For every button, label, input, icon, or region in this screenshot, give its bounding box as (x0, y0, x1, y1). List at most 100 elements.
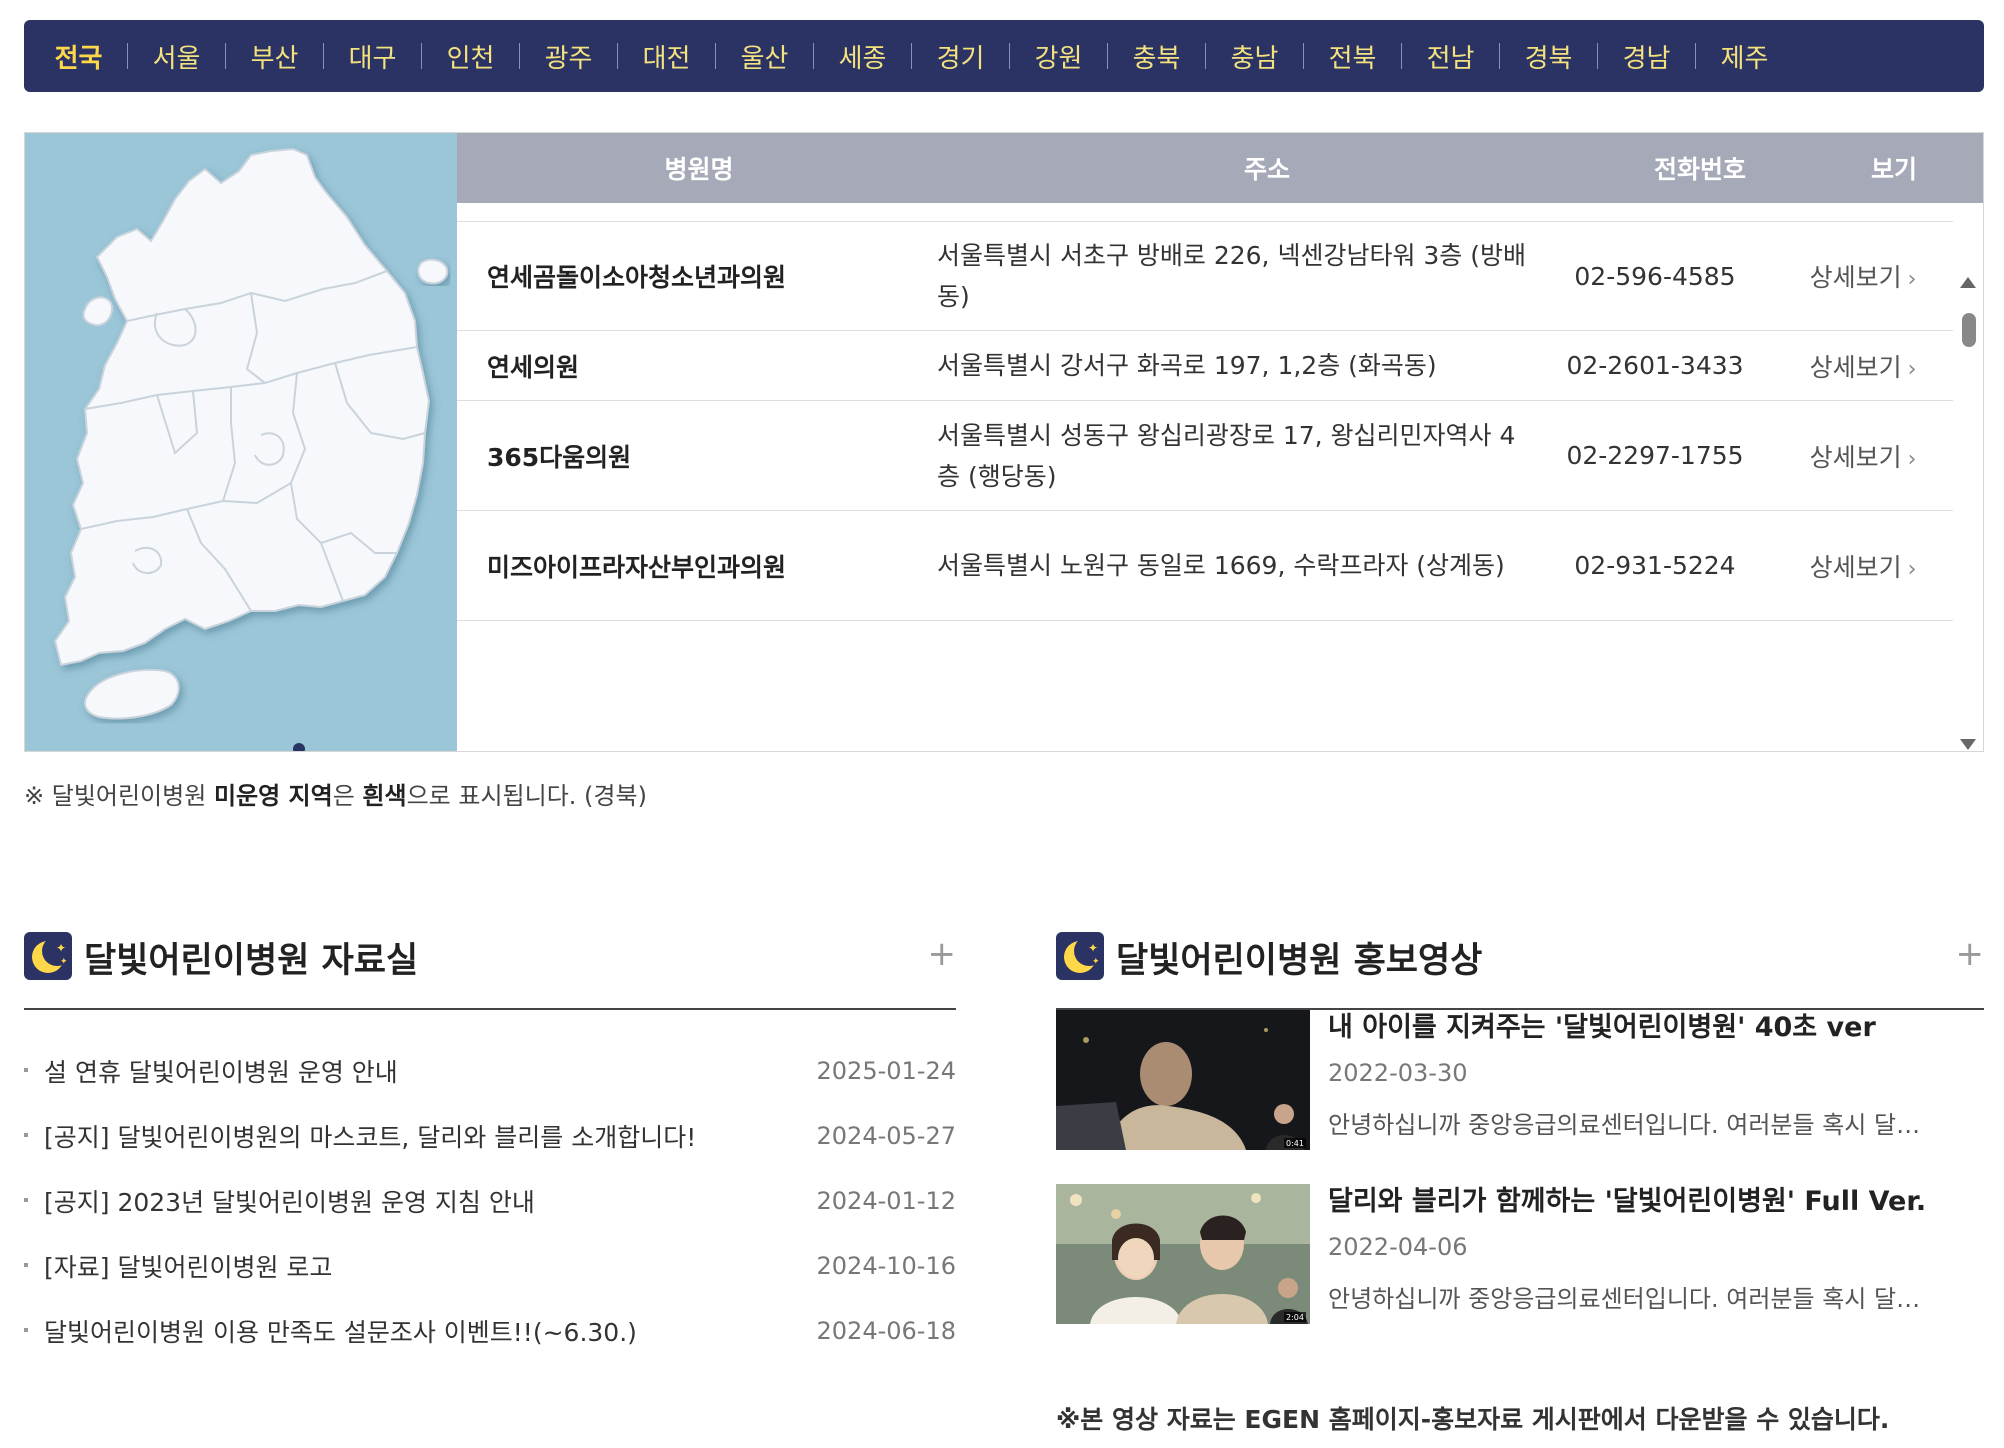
video-duration: 0:41 (1286, 1139, 1304, 1148)
map-note-suffix: 으로 표시됩니다. (경북) (406, 782, 647, 810)
hospital-address: 서울특별시 노원구 동일로 1669, 수락프라자 (상계동) (937, 551, 1505, 580)
region-tab-14[interactable]: 전남 (1402, 38, 1499, 75)
map-note-prefix: ※ 달빛어린이병원 (24, 782, 214, 810)
hospital-phone: 02-2297-1755 (1566, 441, 1744, 470)
region-tab-15[interactable]: 경북 (1500, 38, 1597, 75)
hospital-name: 연세의원 (487, 352, 580, 382)
list-item: 설 연휴 달빛어린이병원 운영 안내 2025-01-24 (24, 1038, 956, 1103)
jeju-island[interactable] (83, 668, 180, 720)
region-tab-10[interactable]: 강원 (1010, 38, 1107, 75)
videos-section: ✦ ✦ 달빛어린이병원 홍보영상 + 0:41 내 아이를 지켜주는 '달빛어린이… (1056, 926, 1984, 1358)
ganghwa-island[interactable] (82, 296, 113, 327)
detail-link-label: 상세보기 (1809, 442, 1902, 472)
hospital-table: 병원명 주소 전화번호 보기 연세곰돌이소아청소년과의원 서울특별시 서초구 방… (457, 133, 1983, 751)
table-header: 병원명 주소 전화번호 보기 (457, 133, 1983, 203)
chevron-right-icon: › (1907, 556, 1917, 582)
map-legend-note: ※ 달빛어린이병원 미운영 지역은 흰색으로 표시됩니다. (경북) (24, 776, 647, 811)
bullet-icon (24, 1133, 28, 1137)
region-tab-4[interactable]: 인천 (422, 38, 519, 75)
region-tab-2[interactable]: 부산 (226, 38, 323, 75)
notice-title[interactable]: 설 연휴 달빛어린이병원 운영 안내 (44, 1053, 398, 1089)
video-footnote: ※본 영상 자료는 EGEN 홈페이지-홍보자료 게시판에서 다운받을 수 있습… (1056, 1405, 1890, 1434)
bullet-icon (24, 1263, 28, 1267)
video-item: 2:04 달리와 블리가 함께하는 '달빛어린이병원' Full Ver. 20… (1056, 1184, 1984, 1358)
video-date: 2022-04-06 (1328, 1233, 1468, 1261)
chevron-right-icon: › (1907, 356, 1917, 382)
region-tab-7[interactable]: 울산 (716, 38, 813, 75)
korea-map[interactable] (25, 133, 457, 751)
region-tab-8[interactable]: 세종 (814, 38, 911, 75)
bullet-icon (24, 1198, 28, 1202)
bullet-icon (24, 1328, 28, 1332)
detail-link[interactable]: 상세보기 › (1773, 348, 1953, 384)
video-thumbnail[interactable]: 0:41 (1056, 1010, 1310, 1150)
notice-title[interactable]: [자료] 달빛어린이병원 로고 (44, 1248, 332, 1284)
region-tab-6[interactable]: 대전 (618, 38, 715, 75)
ulleung-island[interactable] (417, 258, 449, 285)
table-row: 미즈아이프라자산부인과의원 서울특별시 노원구 동일로 1669, 수락프라자 … (457, 511, 1953, 621)
list-item: [자료] 달빛어린이병원 로고 2024-10-16 (24, 1233, 956, 1298)
map-note-bold-color: 흰색 (362, 782, 407, 810)
table-body[interactable]: 연세곰돌이소아청소년과의원 서울특별시 서초구 방배로 226, 넥센강남타워 … (457, 221, 1953, 621)
moon-icon: ✦ ✦ (24, 932, 72, 980)
col-header-address: 주소 (1243, 155, 1290, 184)
notice-date: 2025-01-24 (816, 1056, 956, 1085)
list-item: [공지] 2023년 달빛어린이병원 운영 지침 안내 2024-01-12 (24, 1168, 956, 1233)
region-tab-9[interactable]: 경기 (912, 38, 1009, 75)
col-header-phone: 전화번호 (1653, 155, 1746, 184)
resources-section: ✦ ✦ 달빛어린이병원 자료실 + 설 연휴 달빛어린이병원 운영 안내 2025-… (24, 926, 956, 1363)
detail-link[interactable]: 상세보기 › (1773, 548, 1953, 584)
resources-more-button[interactable]: + (928, 934, 957, 974)
video-thumbnail-image: 2:04 (1056, 1184, 1310, 1324)
detail-link[interactable]: 상세보기 › (1773, 258, 1953, 294)
notice-title[interactable]: [공지] 2023년 달빛어린이병원 운영 지침 안내 (44, 1183, 535, 1219)
table-scrollbar[interactable] (1953, 203, 1983, 751)
videos-more-button[interactable]: + (1956, 934, 1985, 974)
list-item: 달빛어린이병원 이용 만족도 설문조사 이벤트!!(~6.30.) 2024-06… (24, 1298, 956, 1363)
notice-title[interactable]: [공지] 달빛어린이병원의 마스코트, 달리와 블리를 소개합니다! (44, 1118, 696, 1154)
detail-link-label: 상세보기 (1809, 552, 1902, 582)
notice-title[interactable]: 달빛어린이병원 이용 만족도 설문조사 이벤트!!(~6.30.) (44, 1313, 637, 1349)
video-title[interactable]: 달리와 블리가 함께하는 '달빛어린이병원' Full Ver. (1328, 1184, 1984, 1220)
region-tab-13[interactable]: 전북 (1304, 38, 1401, 75)
hospital-name: 365다움의원 (487, 442, 632, 472)
video-info: 달리와 블리가 함께하는 '달빛어린이병원' Full Ver. 2022-04… (1328, 1184, 1984, 1314)
scroll-thumb[interactable] (1962, 313, 1976, 347)
hospital-phone: 02-596-4585 (1574, 261, 1736, 291)
hospital-name: 연세곰돌이소아청소년과의원 (487, 263, 787, 292)
table-row: 연세곰돌이소아청소년과의원 서울특별시 서초구 방배로 226, 넥센강남타워 … (457, 221, 1953, 331)
region-tab-5[interactable]: 광주 (520, 38, 617, 75)
region-tab-16[interactable]: 경남 (1598, 38, 1695, 75)
region-nav: 전국 서울 부산 대구 인천 광주 대전 울산 세종 경기 강원 충북 충남 전북 전남 경북 경남 제주 (24, 20, 1984, 92)
hospital-address: 서울특별시 성동구 왕십리광장로 17, 왕십리민자역사 4층 (행당동) (937, 420, 1516, 491)
map-note-bold-region: 미운영 지역 (213, 782, 333, 810)
video-thumbnail[interactable]: 2:04 (1056, 1184, 1310, 1324)
hospital-board: 병원명 주소 전화번호 보기 연세곰돌이소아청소년과의원 서울특별시 서초구 방… (24, 132, 1984, 752)
chevron-right-icon: › (1907, 446, 1917, 472)
region-tab-1[interactable]: 서울 (128, 38, 225, 75)
chevron-right-icon: › (1907, 267, 1917, 292)
hospital-phone: 02-931-5224 (1574, 551, 1736, 580)
video-title[interactable]: 내 아이를 지켜주는 '달빛어린이병원' 40초 ver (1328, 1010, 1984, 1046)
hospital-address: 서울특별시 강서구 화곡로 197, 1,2층 (화곡동) (937, 351, 1437, 380)
col-header-view: 보기 (1870, 155, 1917, 184)
region-tab-0[interactable]: 전국 (30, 38, 127, 75)
col-header-name: 병원명 (664, 155, 734, 184)
region-tab-12[interactable]: 충남 (1206, 38, 1303, 75)
video-description: 안녕하십니까 중앙응급의료센터입니다. 여러분들 혹시 달빛어린이병원을 아시나… (1328, 1111, 1928, 1139)
scroll-down-arrow-icon[interactable] (1960, 739, 1976, 750)
resources-list: 설 연휴 달빛어린이병원 운영 안내 2025-01-24 [공지] 달빛어린이병원… (24, 1038, 956, 1363)
map-note-mid: 은 (332, 782, 363, 810)
region-tab-11[interactable]: 충북 (1108, 38, 1205, 75)
notice-date: 2024-05-27 (816, 1121, 956, 1150)
video-info: 내 아이를 지켜주는 '달빛어린이병원' 40초 ver 2022-03-30 … (1328, 1010, 1984, 1140)
detail-link-label: 상세보기 (1809, 263, 1902, 292)
video-duration: 2:04 (1286, 1313, 1304, 1322)
region-tab-3[interactable]: 대구 (324, 38, 421, 75)
notice-date: 2024-10-16 (816, 1251, 956, 1280)
detail-link[interactable]: 상세보기 › (1773, 438, 1953, 474)
mainland-shape[interactable] (53, 147, 431, 667)
scroll-up-arrow-icon[interactable] (1960, 277, 1976, 288)
video-description: 안녕하십니까 중앙응급의료센터입니다. 여러분들 혹시 달빛어린이병원을 아시나… (1328, 1285, 1928, 1313)
region-tab-17[interactable]: 제주 (1696, 38, 1793, 75)
